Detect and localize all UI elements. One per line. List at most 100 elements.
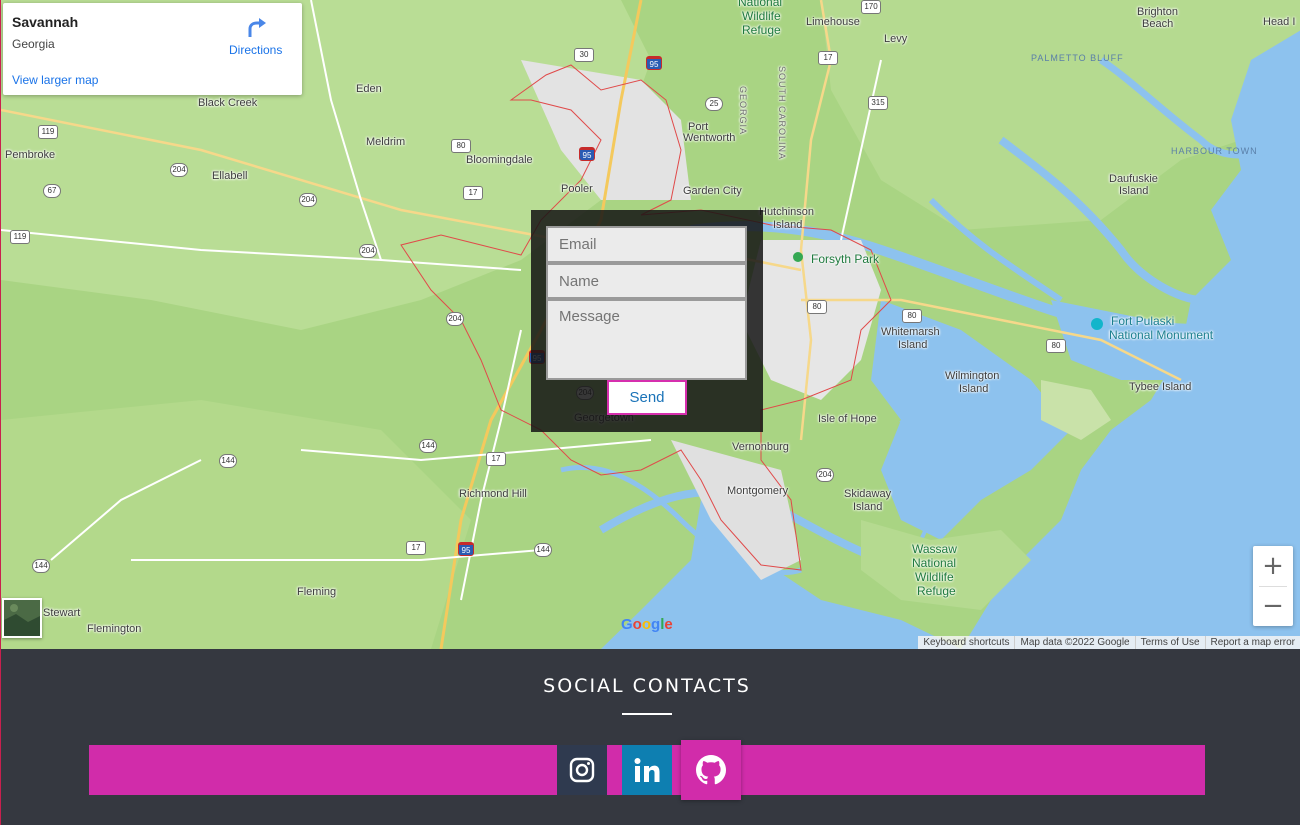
map-place-label: Whitemarsh	[881, 326, 940, 338]
map-place-label: HARBOUR TOWN	[1171, 146, 1258, 156]
map-place-label: Montgomery	[727, 485, 789, 497]
map-place-label: Island	[853, 501, 883, 513]
report-map-error-link[interactable]: Report a map error	[1204, 636, 1300, 649]
map-place-label: Island	[959, 383, 989, 395]
directions-link[interactable]: Directions	[229, 43, 282, 57]
map-place-label: Refuge	[917, 584, 956, 598]
route-shield: 95	[579, 147, 595, 161]
instagram-icon	[569, 757, 595, 783]
map-place-label: Wildlife	[915, 570, 954, 584]
satellite-toggle-button[interactable]	[2, 598, 42, 638]
github-link[interactable]	[681, 740, 741, 800]
send-button[interactable]: Send	[607, 380, 687, 415]
route-shield: 144	[219, 454, 237, 468]
map-place-label: National	[912, 556, 957, 570]
google-logo: Google	[621, 616, 673, 633]
map-attribution: Keyboard shortcuts Map data ©2022 Google…	[918, 636, 1300, 649]
route-shield: 25	[705, 97, 723, 111]
route-shield: 315	[868, 96, 888, 110]
satellite-thumbnail-icon	[4, 600, 40, 636]
route-shield: 95	[458, 542, 474, 556]
map-place-label: Forsyth Park	[811, 252, 880, 266]
map-place-label: Island	[773, 219, 803, 231]
route-shield: 80	[902, 309, 922, 323]
route-shield: 80	[1046, 339, 1066, 353]
route-shield: 170	[861, 0, 881, 14]
map-place-label: National	[738, 0, 783, 9]
route-shield: 80	[451, 139, 471, 153]
map-place-label: Pembroke	[5, 149, 56, 161]
route-shield: 204	[170, 163, 188, 177]
map-place-label: National Monument	[1109, 328, 1214, 342]
map-place-label: GEORGIA	[738, 86, 748, 136]
map-place-label: SOUTH CAROLINA	[777, 66, 787, 161]
view-larger-map-link[interactable]: View larger map	[12, 73, 98, 87]
terms-of-use-link[interactable]: Terms of Use	[1134, 636, 1205, 649]
route-shield: 17	[406, 541, 426, 555]
route-shield: 144	[534, 543, 552, 557]
route-shield: 17	[463, 186, 483, 200]
map-place-label: Bloomingdale	[466, 154, 533, 166]
contact-form: Send	[531, 210, 763, 432]
keyboard-shortcuts-link[interactable]: Keyboard shortcuts	[918, 636, 1014, 649]
zoom-in-button[interactable]: +	[1253, 546, 1293, 586]
map-place-label: Beach	[1142, 18, 1174, 30]
map-place-label: Ellabell	[212, 170, 248, 182]
place-info-card: Savannah Georgia View larger map Directi…	[3, 3, 302, 95]
route-shield: 204	[446, 312, 464, 326]
place-subtitle: Georgia	[12, 37, 55, 51]
map-place-label: Tybee Island	[1129, 381, 1192, 393]
map-place-label: Brighton	[1137, 6, 1178, 18]
directions-icon[interactable]	[246, 17, 268, 39]
map-place-label: Garden City	[683, 185, 742, 197]
map-place-label: Wilmington	[945, 370, 1000, 382]
map-place-label: Flemington	[87, 623, 142, 635]
route-shield: 17	[486, 452, 506, 466]
map-place-label: Island	[1119, 185, 1149, 197]
route-shield: 144	[32, 559, 50, 573]
footer: SOCIAL CONTACTS	[0, 649, 1300, 825]
route-shield: 119	[38, 125, 58, 139]
map-place-label: Daufuskie	[1109, 173, 1158, 185]
map-place-label: Wassaw	[912, 542, 957, 556]
map-place-label: Wildlife	[742, 9, 781, 23]
linkedin-link[interactable]	[622, 745, 672, 795]
heading-underline	[622, 713, 672, 715]
map-place-label: Refuge	[742, 23, 781, 37]
map-place-label: PALMETTO BLUFF	[1031, 53, 1124, 63]
map-place-label: Island	[898, 339, 928, 351]
map-place-label: Eden	[356, 83, 382, 95]
route-shield: 17	[818, 51, 838, 65]
name-field[interactable]	[546, 263, 747, 299]
route-shield: 144	[419, 439, 437, 453]
zoom-controls: + −	[1253, 546, 1293, 626]
map-place-label: Fort Pulaski	[1111, 314, 1175, 328]
map-place-label: Limehouse	[806, 16, 860, 28]
instagram-link[interactable]	[557, 745, 607, 795]
social-contacts-heading: SOCIAL CONTACTS	[543, 675, 751, 697]
route-shield: 119	[10, 230, 30, 244]
map-place-label: Black Creek	[198, 97, 258, 109]
map-place-label: Head I	[1263, 16, 1296, 28]
map-place-label: Isle of Hope	[818, 413, 877, 425]
map-place-label: Richmond Hill	[459, 488, 527, 500]
map-place-label: Wentworth	[683, 132, 736, 144]
map-place-label: Hutchinson	[759, 206, 815, 218]
zoom-out-button[interactable]: −	[1253, 586, 1293, 626]
route-shield: 67	[43, 184, 61, 198]
route-shield: 30	[574, 48, 594, 62]
map-data-text: Map data ©2022 Google	[1014, 636, 1134, 649]
place-title: Savannah	[12, 14, 79, 30]
route-shield: 80	[807, 300, 827, 314]
map-place-label: Vernonburg	[732, 441, 789, 453]
route-shield: 204	[816, 468, 834, 482]
email-field[interactable]	[546, 226, 747, 263]
route-shield: 95	[646, 56, 662, 70]
route-shield: 204	[359, 244, 377, 258]
map[interactable]: National Wildlife Refuge Limehouse Levy Brigh…	[0, 0, 1300, 649]
message-field[interactable]	[546, 299, 747, 380]
route-shield: 204	[299, 193, 317, 207]
linkedin-icon	[634, 758, 660, 782]
map-place-label: Levy	[884, 33, 908, 45]
map-place-label: Skidaway	[844, 488, 892, 500]
